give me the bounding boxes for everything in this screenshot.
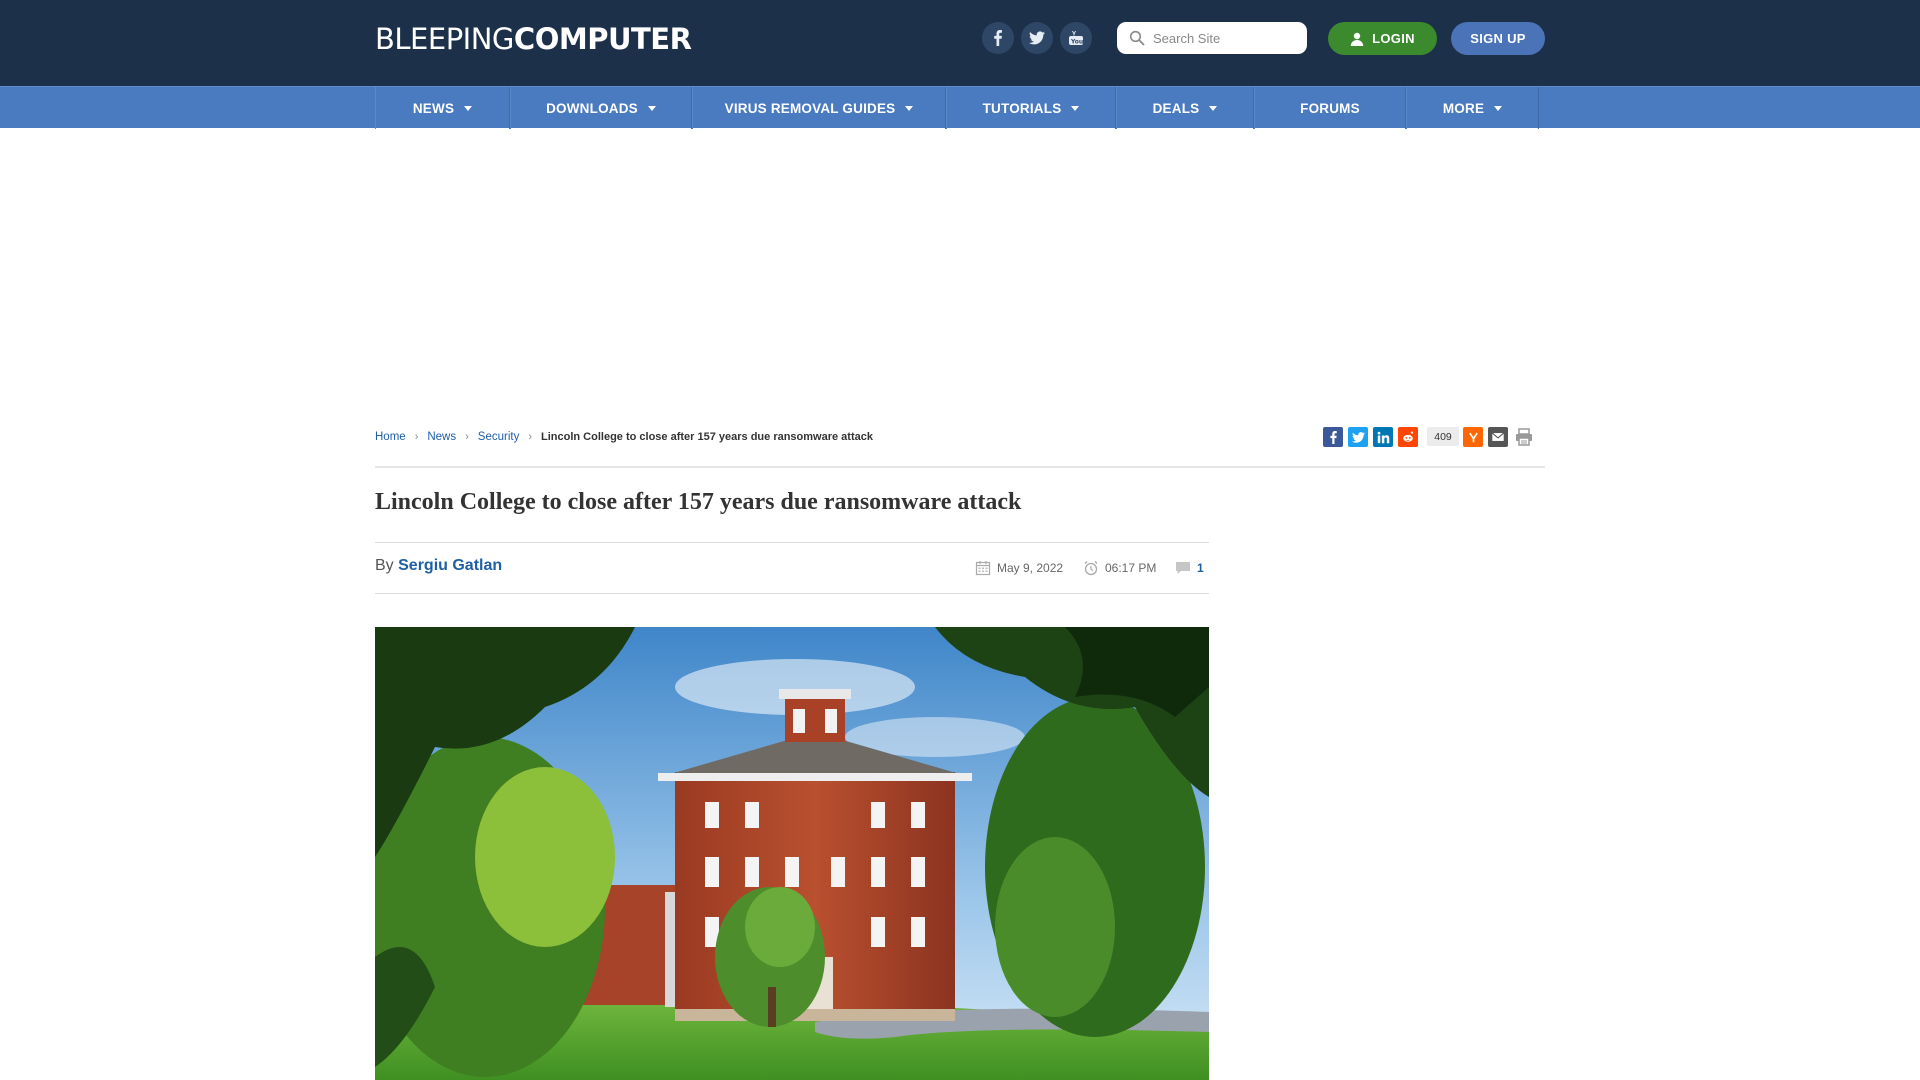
user-icon: [1350, 32, 1364, 46]
logo-text-bold: COMPUTER: [513, 22, 692, 56]
article-hero-image: [375, 627, 1209, 1080]
nav-label: FORUMS: [1300, 100, 1360, 116]
breadcrumb-home[interactable]: Home: [375, 431, 406, 443]
caret-down-icon: [1494, 105, 1503, 111]
site-header: BLEEPINGCOMPUTER You LOGIN SIGN UP: [0, 0, 1920, 86]
signup-button[interactable]: SIGN UP: [1451, 22, 1545, 55]
nav-item-forums[interactable]: FORUMS: [1254, 87, 1406, 129]
nav-label: DEALS: [1152, 100, 1200, 116]
logo-text-light: BLEEPING: [375, 22, 514, 56]
facebook-share-icon[interactable]: [1323, 427, 1343, 447]
print-icon[interactable]: [1514, 427, 1534, 447]
twitter-share-icon[interactable]: [1348, 427, 1368, 447]
nav-item-news[interactable]: NEWS: [375, 87, 510, 129]
chevron-right-icon: ›: [414, 431, 419, 443]
svg-text:You: You: [1070, 39, 1083, 46]
nav-label: MORE: [1442, 100, 1485, 116]
twitter-icon[interactable]: [1021, 22, 1053, 54]
nav-item-virus-removal-guides[interactable]: VIRUS REMOVAL GUIDES: [692, 87, 946, 129]
caret-down-icon: [1209, 105, 1218, 111]
nav-label: TUTORIALS: [982, 100, 1062, 116]
nav-item-tutorials[interactable]: TUTORIALS: [946, 87, 1116, 129]
article-date: May 9, 2022: [975, 559, 1063, 577]
caret-down-icon: [1071, 105, 1080, 111]
hackernews-share-icon[interactable]: [1463, 427, 1483, 447]
comments-link[interactable]: 1: [1175, 559, 1204, 577]
nav-label: NEWS: [412, 100, 455, 116]
comment-icon: [1176, 562, 1190, 574]
search-icon: [1129, 30, 1145, 46]
breadcrumb: Home › News › Security › Lincoln College…: [375, 429, 873, 445]
search-box[interactable]: [1117, 22, 1307, 54]
byline: By Sergiu Gatlan: [375, 557, 502, 575]
alarm-clock-icon: [1084, 561, 1098, 576]
time-text: 06:17 PM: [1105, 561, 1157, 575]
divider: [375, 593, 1209, 594]
chevron-right-icon: ›: [528, 431, 533, 443]
divider: [375, 466, 1545, 468]
calendar-icon: [975, 561, 991, 576]
login-button[interactable]: LOGIN: [1328, 22, 1437, 55]
caret-down-icon: [647, 105, 656, 111]
signup-label: SIGN UP: [1470, 31, 1526, 46]
facebook-icon[interactable]: [982, 22, 1014, 54]
breadcrumb-news[interactable]: News: [427, 431, 456, 443]
caret-down-icon: [464, 105, 473, 111]
caret-down-icon: [905, 105, 914, 111]
email-share-icon[interactable]: [1488, 427, 1508, 447]
article-title: Lincoln College to close after 157 years…: [375, 489, 1022, 515]
chevron-right-icon: ›: [465, 431, 469, 443]
main-nav: NEWS DOWNLOADS VIRUS REMOVAL GUIDES TUTO…: [0, 86, 1920, 129]
nav-item-more[interactable]: MORE: [1406, 87, 1539, 129]
youtube-icon[interactable]: You: [1060, 22, 1092, 54]
search-input[interactable]: [1153, 30, 1293, 46]
site-logo[interactable]: BLEEPINGCOMPUTER: [375, 22, 692, 56]
divider: [375, 542, 1209, 543]
breadcrumb-security[interactable]: Security: [478, 431, 520, 443]
nav-label: DOWNLOADS: [546, 100, 638, 116]
share-count: 409: [1427, 427, 1459, 446]
linkedin-share-icon[interactable]: [1373, 427, 1393, 447]
by-label: By: [375, 557, 394, 574]
comments-count: 1: [1197, 561, 1204, 575]
date-text: May 9, 2022: [997, 561, 1064, 575]
login-label: LOGIN: [1372, 31, 1415, 46]
nav-item-downloads[interactable]: DOWNLOADS: [510, 87, 692, 129]
article-time: 06:17 PM: [1083, 559, 1156, 577]
nav-label: VIRUS REMOVAL GUIDES: [724, 100, 896, 116]
reddit-share-icon[interactable]: [1398, 427, 1418, 447]
author-link[interactable]: Sergiu Gatlan: [398, 557, 502, 574]
nav-item-deals[interactable]: DEALS: [1116, 87, 1254, 129]
breadcrumb-current: Lincoln College to close after 157 years…: [541, 431, 873, 443]
